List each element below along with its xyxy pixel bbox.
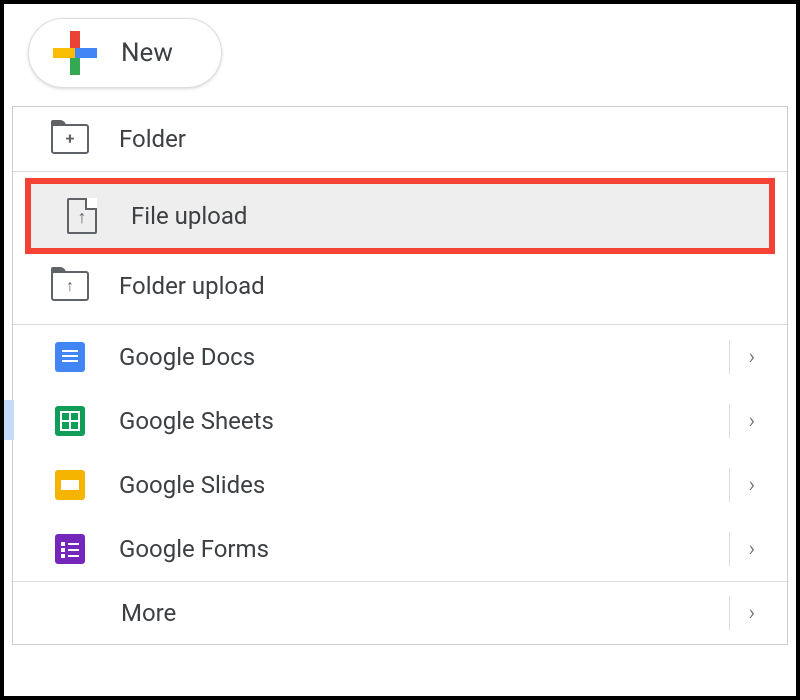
google-slides-icon	[49, 467, 91, 503]
google-docs-icon	[49, 339, 91, 375]
file-upload-icon: ↑	[61, 198, 103, 234]
menu-item-label: More	[121, 599, 729, 627]
chevron-right-icon[interactable]: ›	[730, 409, 767, 434]
chevron-right-icon[interactable]: ›	[730, 537, 767, 562]
new-button[interactable]: New	[28, 18, 222, 88]
menu-item-folder[interactable]: + Folder	[13, 107, 787, 171]
menu-item-google-slides[interactable]: Google Slides ›	[13, 453, 787, 517]
chevron-right-icon[interactable]: ›	[730, 601, 767, 626]
menu-item-label: Google Forms	[119, 535, 729, 563]
menu-item-label: Folder	[119, 125, 767, 153]
menu-divider	[13, 171, 787, 172]
menu-item-google-sheets[interactable]: Google Sheets ›	[13, 389, 787, 453]
new-menu: + Folder ↑ File upload ↑ Folder upload G…	[12, 106, 788, 645]
folder-icon: +	[49, 121, 91, 157]
chevron-right-icon[interactable]: ›	[730, 345, 767, 370]
google-forms-icon	[49, 531, 91, 567]
chevron-right-icon[interactable]: ›	[730, 473, 767, 498]
menu-item-label: Google Docs	[119, 343, 729, 371]
menu-item-google-docs[interactable]: Google Docs ›	[13, 325, 787, 389]
menu-item-file-upload[interactable]: ↑ File upload	[25, 178, 775, 254]
menu-item-label: Google Slides	[119, 471, 729, 499]
plus-icon	[53, 31, 97, 75]
menu-item-google-forms[interactable]: Google Forms ›	[13, 517, 787, 581]
google-sheets-icon	[49, 403, 91, 439]
menu-item-more[interactable]: More ›	[13, 582, 787, 644]
new-button-label: New	[121, 38, 173, 68]
menu-item-label: Google Sheets	[119, 407, 729, 435]
menu-item-label: File upload	[131, 202, 749, 230]
menu-item-folder-upload[interactable]: ↑ Folder upload	[13, 254, 787, 324]
menu-item-label: Folder upload	[119, 272, 767, 300]
folder-upload-icon: ↑	[49, 268, 91, 304]
